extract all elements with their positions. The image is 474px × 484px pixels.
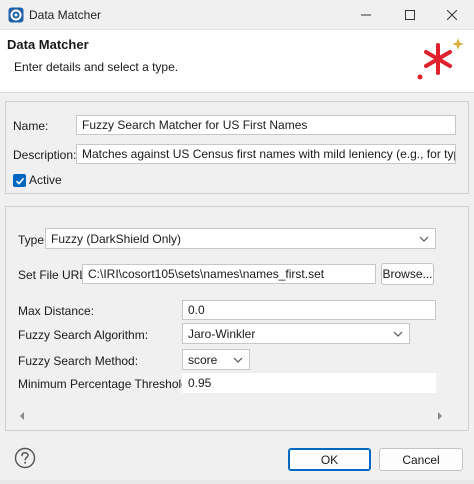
title-bar: Data Matcher — [0, 0, 474, 30]
close-icon — [447, 10, 457, 20]
close-button[interactable] — [430, 0, 474, 30]
maximize-button[interactable] — [388, 0, 432, 30]
chevron-down-icon — [393, 331, 403, 337]
set-file-input[interactable]: C:\IRI\cosort105\sets\names\names_first.… — [82, 264, 376, 284]
max-distance-label: Max Distance: — [18, 304, 95, 318]
active-checkbox[interactable] — [13, 174, 26, 187]
name-input[interactable]: Fuzzy Search Matcher for US First Names — [76, 115, 456, 135]
check-icon — [15, 177, 24, 185]
minimize-icon — [361, 14, 371, 16]
scroll-left-icon[interactable] — [18, 412, 26, 420]
algorithm-value: Jaro-Winkler — [188, 327, 256, 341]
threshold-input[interactable]: 0.95 — [182, 373, 436, 393]
chevron-down-icon — [233, 357, 243, 363]
set-file-label: Set File URL: — [18, 268, 90, 282]
logo-asterisk-icon — [417, 38, 464, 80]
type-select[interactable]: Fuzzy (DarkShield Only) — [45, 228, 436, 249]
chevron-down-icon — [419, 236, 429, 242]
cancel-button[interactable]: Cancel — [379, 448, 463, 471]
browse-button[interactable]: Browse... — [381, 263, 434, 285]
method-value: score — [188, 353, 218, 367]
dialog-title: Data Matcher — [7, 37, 89, 52]
dialog-subtitle: Enter details and select a type. — [14, 60, 179, 74]
name-label: Name: — [13, 119, 49, 133]
description-input[interactable]: Matches against US Census first names wi… — [76, 144, 456, 164]
max-distance-input[interactable]: 0.0 — [182, 300, 436, 320]
app-icon — [8, 7, 24, 23]
scroll-right-icon[interactable] — [436, 412, 444, 420]
method-select[interactable]: score — [182, 349, 250, 370]
maximize-icon — [405, 10, 415, 20]
ok-button[interactable]: OK — [288, 448, 371, 471]
description-label: Description: — [13, 148, 77, 162]
type-label: Type: — [18, 233, 48, 247]
window-title: Data Matcher — [29, 8, 102, 22]
help-icon[interactable] — [14, 447, 36, 469]
active-label: Active — [29, 173, 62, 187]
dialog-header: Data Matcher Enter details and select a … — [0, 30, 474, 93]
type-value: Fuzzy (DarkShield Only) — [51, 232, 182, 246]
method-label: Fuzzy Search Method: — [18, 354, 139, 368]
minimize-button[interactable] — [344, 0, 388, 30]
window-bottom-edge — [0, 480, 474, 484]
threshold-label: Minimum Percentage Threshold: — [18, 377, 192, 391]
algorithm-select[interactable]: Jaro-Winkler — [182, 323, 410, 344]
algorithm-label: Fuzzy Search Algorithm: — [18, 328, 149, 342]
